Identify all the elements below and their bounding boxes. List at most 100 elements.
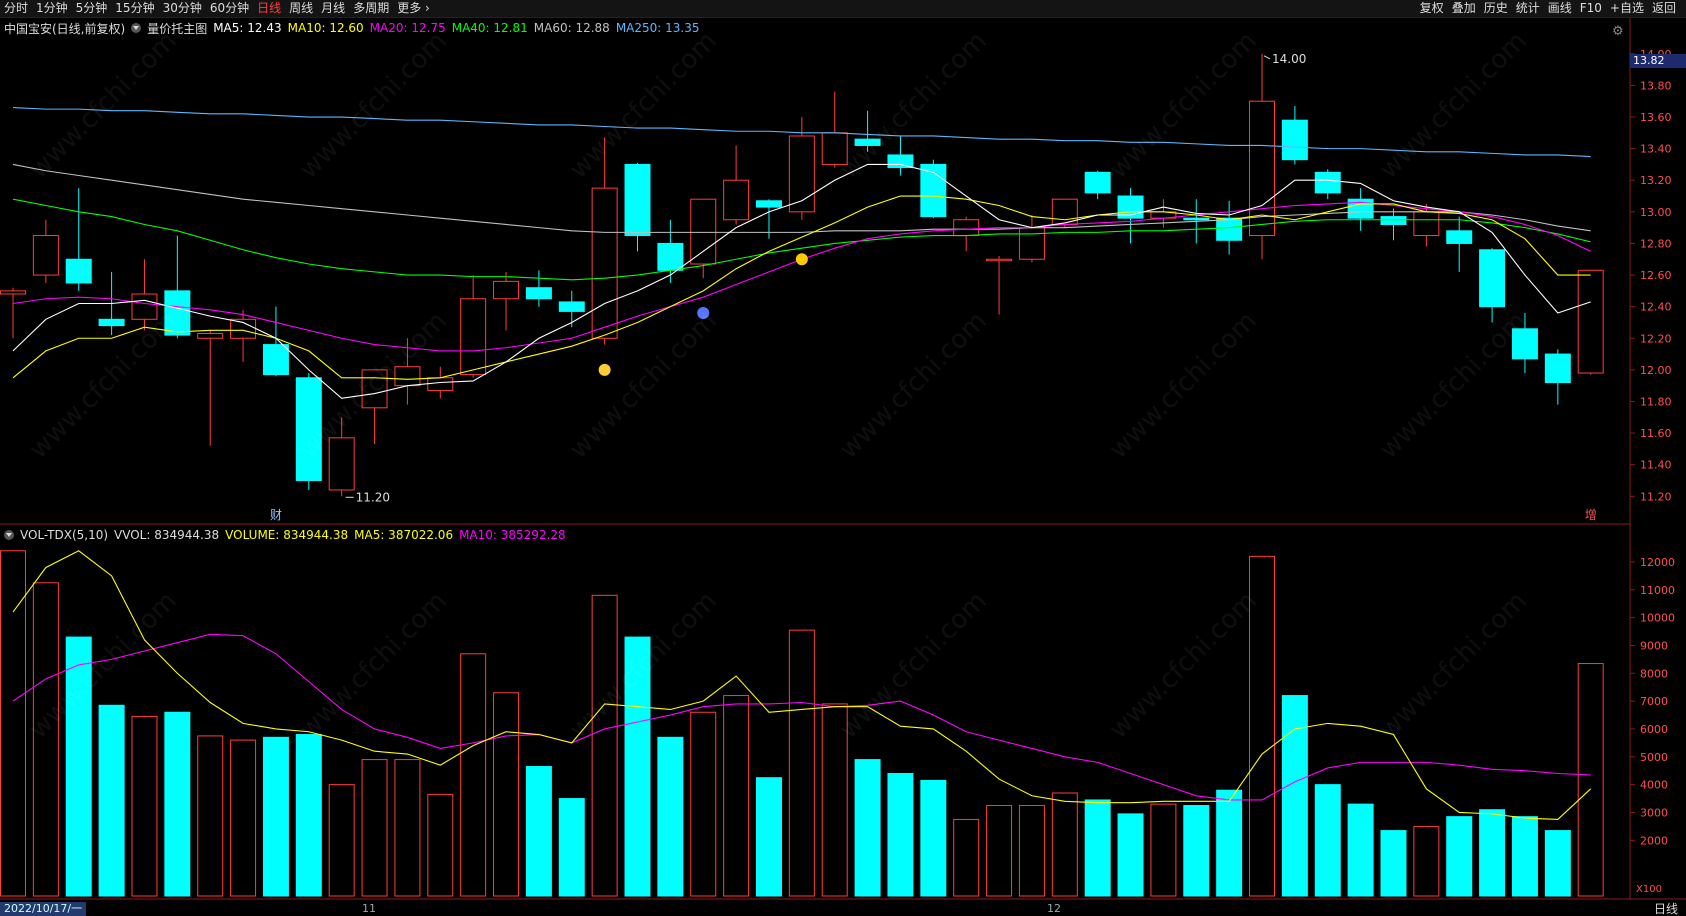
candle-down — [1084, 171, 1111, 194]
vol-bar-up — [690, 711, 717, 897]
vol-bar-down — [657, 736, 684, 897]
price-tick-label: 13.00 — [1640, 206, 1672, 219]
vol-bar-up — [953, 818, 980, 897]
vol-bar-down — [887, 773, 914, 897]
zeng-marker: 增 — [1585, 508, 1597, 522]
candle-up — [690, 198, 717, 265]
candle-down — [98, 318, 125, 327]
vol-bar-up — [460, 653, 487, 897]
candle-up — [591, 187, 618, 339]
watermark: www.cfchi.com — [1374, 586, 1533, 745]
money-bag-icon — [598, 363, 611, 376]
vol-tick-label: 4000 — [1640, 779, 1668, 792]
candle-up — [493, 280, 520, 300]
vol-tick-label: 12000 — [1640, 556, 1675, 569]
watermark: www.cfchi.com — [834, 586, 993, 745]
vol-tick-label: 11000 — [1640, 584, 1675, 597]
price-tick-label: 12.20 — [1640, 332, 1672, 345]
watermark: www.cfchi.com — [1374, 306, 1533, 465]
vol-bar-up — [230, 739, 257, 897]
vol-bar-down — [525, 766, 552, 897]
vol-bar-up — [591, 594, 618, 897]
price-tick-label: 12.60 — [1640, 269, 1672, 282]
kline-chart[interactable]: 11.20 11.40 11.60 11.80 12.00 12.20 12.40 12.60… — [0, 0, 1686, 916]
vol-bar-up — [1018, 805, 1045, 897]
candle-down — [262, 344, 289, 376]
price-tick-label: 13.60 — [1640, 111, 1672, 124]
candle-up — [1413, 211, 1440, 237]
price-tick-label: 13.20 — [1640, 174, 1672, 187]
vol-bar-down — [1314, 784, 1341, 897]
watermark: www.cfchi.com — [1374, 26, 1533, 185]
candle-down — [1544, 353, 1571, 384]
watermark: www.cfchi.com — [24, 26, 183, 185]
watermark: www.cfchi.com — [1104, 26, 1263, 185]
vol-bar-down — [1347, 803, 1374, 897]
price-tick-label: 13.80 — [1640, 79, 1672, 92]
candle-up — [427, 377, 454, 391]
vol-bar-down — [1281, 695, 1308, 897]
vol-bar-down — [1511, 816, 1538, 897]
vol-bar-down — [98, 704, 125, 897]
vol-bar-down — [920, 779, 947, 897]
watermark: www.cfchi.com — [294, 586, 453, 745]
price-tick-label: 12.40 — [1640, 301, 1672, 314]
vol-bar-down — [558, 798, 585, 897]
candle-up — [0, 290, 26, 295]
vol-tick-label: 10000 — [1640, 612, 1675, 625]
candle-down — [887, 154, 914, 169]
candle-down — [1479, 249, 1506, 308]
date-axis: 2022/10/17/一 11 12 — [0, 902, 1686, 916]
candle-down — [1281, 119, 1308, 161]
vol-bar-up — [328, 784, 355, 897]
vol-tick-label: 5000 — [1640, 751, 1668, 764]
vol-bar-up — [1577, 663, 1604, 897]
date-start: 2022/10/17/一 — [0, 902, 87, 916]
candle-down — [558, 301, 585, 312]
candle-up — [1018, 227, 1045, 260]
price-tick-label: 11.20 — [1640, 490, 1672, 503]
candle-down — [624, 163, 651, 237]
watermark: www.cfchi.com — [834, 306, 993, 465]
cai-marker: 财 — [270, 508, 282, 522]
vol-bar-down — [1216, 789, 1243, 897]
vol-bar-up — [788, 629, 815, 897]
vol-bar-down — [262, 736, 289, 897]
vol-bar-down — [854, 759, 881, 897]
price-tick-label: 11.80 — [1640, 395, 1672, 408]
candle-up — [460, 298, 487, 376]
candle-up — [986, 258, 1013, 262]
vol-bar-down — [755, 777, 782, 897]
vol-tick-label: 6000 — [1640, 723, 1668, 736]
candle-down — [657, 242, 684, 271]
watermark: www.cfchi.com — [24, 306, 183, 465]
vol-bar-up — [1150, 803, 1177, 897]
period-label[interactable]: 日线 — [1654, 902, 1678, 916]
price-tick-label: 11.60 — [1640, 427, 1672, 440]
vol-bar-up — [1051, 792, 1078, 897]
candle-down — [755, 200, 782, 208]
candle-down — [1446, 230, 1473, 244]
candle-up — [1577, 269, 1604, 374]
price-tick-label: 12.80 — [1640, 237, 1672, 250]
vol-bar-down — [1084, 799, 1111, 897]
vol-bar-up — [493, 692, 520, 897]
vol-bar-up — [0, 550, 26, 897]
vol-tick-label: 2000 — [1640, 834, 1668, 847]
vol-bar-up — [427, 793, 454, 897]
watermark: www.cfchi.com — [564, 26, 723, 185]
vol-bar-down — [1380, 830, 1407, 897]
candle-down — [1183, 217, 1210, 221]
candle-up — [953, 219, 980, 237]
candle-down — [1380, 216, 1407, 225]
vol-bar-down — [295, 734, 322, 897]
candle-down — [1314, 171, 1341, 194]
volume-unit: X100 — [1636, 884, 1662, 895]
price-tick-label: 13.40 — [1640, 143, 1672, 156]
price-tick-label: 12.00 — [1640, 364, 1672, 377]
vol-bar-up — [197, 735, 224, 897]
vol-bar-up — [394, 759, 421, 897]
candle-up — [723, 179, 750, 221]
watermark: www.cfchi.com — [1104, 586, 1263, 745]
candle-up — [197, 333, 224, 339]
